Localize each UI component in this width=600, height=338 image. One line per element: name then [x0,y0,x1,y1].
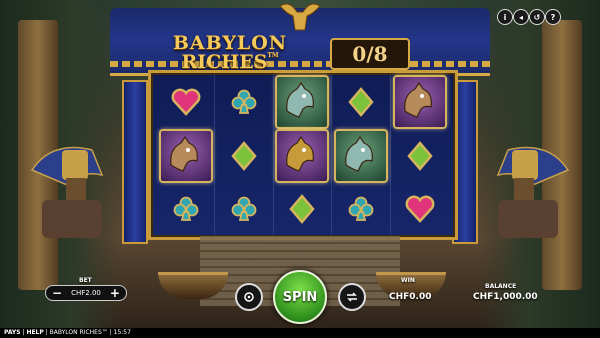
reel-cell [332,75,391,129]
reel-cell [274,75,333,129]
win-label: WIN [401,277,415,284]
golden-bull-ornament [279,3,321,31]
reel-cell [391,75,449,129]
heart-symbol-icon [405,195,435,223]
autoplay-button[interactable] [235,283,263,311]
footer-clock: 15:57 [113,329,131,336]
turbo-icon [347,292,357,302]
club-symbol-icon [173,196,199,221]
turbo-button[interactable] [338,283,366,311]
win-value: CHF0.00 [389,292,432,302]
bet-increase-button[interactable]: + [110,286,120,300]
diamond-symbol-icon [289,194,316,224]
help-icon[interactable]: ? [545,9,561,25]
history-icon[interactable]: ↺ [529,9,545,25]
gold-lion-symbol-icon [275,129,330,183]
help-link[interactable]: HELP [26,329,43,336]
reel-cell [215,129,274,183]
club-symbol-icon [231,196,257,221]
bet-label: BET [79,277,92,284]
reel-cell [391,129,449,183]
reel-cell [157,183,216,235]
lamassu-statue-right [496,146,570,238]
purple-bull-symbol-icon [392,75,447,129]
sound-icon[interactable]: ◂ [513,9,529,25]
reel-area [148,70,458,240]
club-symbol-icon [348,196,374,221]
diamond-symbol-icon [407,141,433,171]
free-spins-counter: 0/8 [330,38,410,70]
club-symbol-icon [231,89,257,114]
reel-grid [157,75,449,235]
green-dragon-symbol-icon [275,75,330,129]
footer-game-title: BABYLON RICHES™ [49,329,108,336]
bet-value: CHF2.00 [71,289,101,297]
game-scene: BABYLON RICHESTM 0/8 i ◂ ↺ ? BET − CHF2.… [0,0,600,338]
footer-bar: PAYS | HELP | BABYLON RICHES™ | 15:57 [0,328,600,338]
pays-link[interactable]: PAYS [4,329,21,336]
blue-column-left [122,80,148,244]
lamassu-statue-left [30,146,104,238]
diamond-symbol-icon [231,141,257,171]
purple-bull-symbol-icon [158,129,213,183]
reel-cell [274,183,333,235]
reel-cell [332,129,391,183]
reel-cell [391,183,449,235]
info-icon[interactable]: i [497,9,513,25]
reel-cell [274,129,333,183]
frame-pattern [110,61,490,67]
spin-button[interactable]: SPIN [273,270,327,324]
green-dragon-symbol-icon [333,129,388,183]
autoplay-icon [244,292,254,302]
reel-cell [215,183,274,235]
balance-label: BALANCE [485,283,517,290]
reel-cell [215,75,274,129]
bet-selector: − CHF2.00 + [45,285,127,301]
reel-cell [332,183,391,235]
bet-decrease-button[interactable]: − [52,286,62,300]
logo-tm: TM [267,52,279,59]
reel-cell [157,75,216,129]
diamond-symbol-icon [348,87,374,117]
game-logo: BABYLON RICHESTM [170,34,290,72]
balance-value: CHF1,000.00 [473,292,538,302]
heart-symbol-icon [171,88,201,116]
reel-cell [157,129,216,183]
